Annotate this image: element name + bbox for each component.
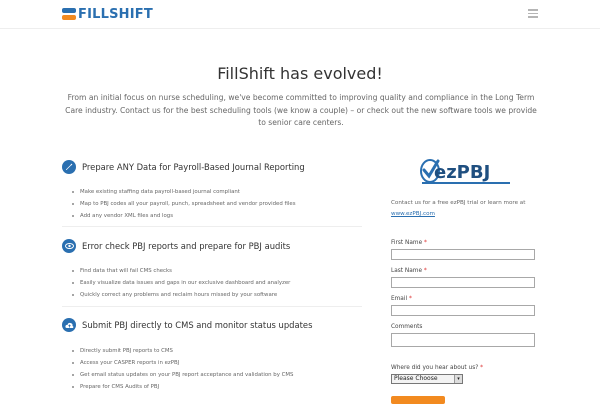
list-item: Make existing staffing data payroll-base… [70, 186, 296, 198]
list-item: Map to PBJ codes all your payroll, punch… [70, 198, 296, 210]
brand-name: FILLSHIFT [78, 6, 153, 22]
intro-text: From an initial focus on nurse schedulin… [65, 93, 537, 127]
section-error-check: Error check PBJ reports and prepare for … [62, 239, 290, 253]
chevron-down-icon: ▾ [454, 375, 462, 383]
list-item: Access your CASPER reports in ezPBJ [70, 357, 293, 369]
section-divider [62, 306, 362, 307]
site-logo[interactable]: FILLSHIFT [62, 6, 153, 22]
email-input[interactable] [391, 305, 535, 316]
site-header: FILLSHIFT [0, 0, 600, 29]
first-name-input[interactable] [391, 249, 535, 260]
hamburger-icon[interactable] [528, 9, 538, 18]
select-value: Please Choose [394, 375, 438, 382]
list-item: Quickly correct any problems and reclaim… [70, 289, 290, 301]
sidebar-contact: Contact us for a free ezPBJ trial or lea… [391, 198, 541, 220]
list-item: Easily visualize data issues and gaps in… [70, 277, 290, 289]
fillshift-logo-icon [62, 7, 76, 21]
list-item: Get email status updates on your PBJ rep… [70, 369, 293, 381]
hear-about-label: Where did you hear about us? * [391, 365, 484, 371]
list-item: Add any vendor XML files and logs [70, 210, 296, 222]
section-title: Prepare ANY Data for Payroll-Based Journ… [82, 162, 305, 172]
last-name-input[interactable] [391, 277, 535, 288]
comments-textarea[interactable] [391, 333, 535, 347]
comments-label: Comments [391, 324, 423, 330]
ezpbj-logo[interactable]: ezPBJ [420, 157, 512, 185]
contact-text: Contact us for a free ezPBJ trial or lea… [391, 200, 526, 206]
ezpbj-logo-text: ezPBJ [434, 162, 490, 183]
list-item: Find data that will fail CMS checks [70, 265, 290, 277]
eye-icon [62, 239, 76, 253]
list-item: Directly submit PBJ reports to CMS [70, 345, 293, 357]
last-name-label: Last Name * [391, 268, 427, 274]
section-title: Error check PBJ reports and prepare for … [82, 241, 291, 251]
ezpbj-link[interactable]: www.ezPBJ.com [391, 211, 435, 217]
section-bullets: Find data that will fail CMS checks Easi… [70, 265, 290, 301]
section-divider [62, 226, 362, 227]
section-bullets: Make existing staffing data payroll-base… [70, 186, 296, 222]
section-submit-pbj: Submit PBJ directly to CMS and monitor s… [62, 318, 312, 332]
section-title: Submit PBJ directly to CMS and monitor s… [82, 320, 313, 330]
hear-about-select[interactable]: Please Choose ▾ [391, 374, 463, 384]
section-prepare-data: Prepare ANY Data for Payroll-Based Journ… [62, 160, 305, 174]
first-name-label: First Name * [391, 240, 427, 246]
email-label: Email * [391, 296, 412, 302]
cloud-upload-icon [62, 318, 76, 332]
page-title: FillShift has evolved! [217, 64, 383, 83]
submit-button[interactable] [391, 396, 445, 404]
section-bullets: Directly submit PBJ reports to CMS Acces… [70, 345, 293, 393]
list-item: Prepare for CMS Audits of PBJ [70, 381, 293, 393]
pencil-icon [62, 160, 76, 174]
